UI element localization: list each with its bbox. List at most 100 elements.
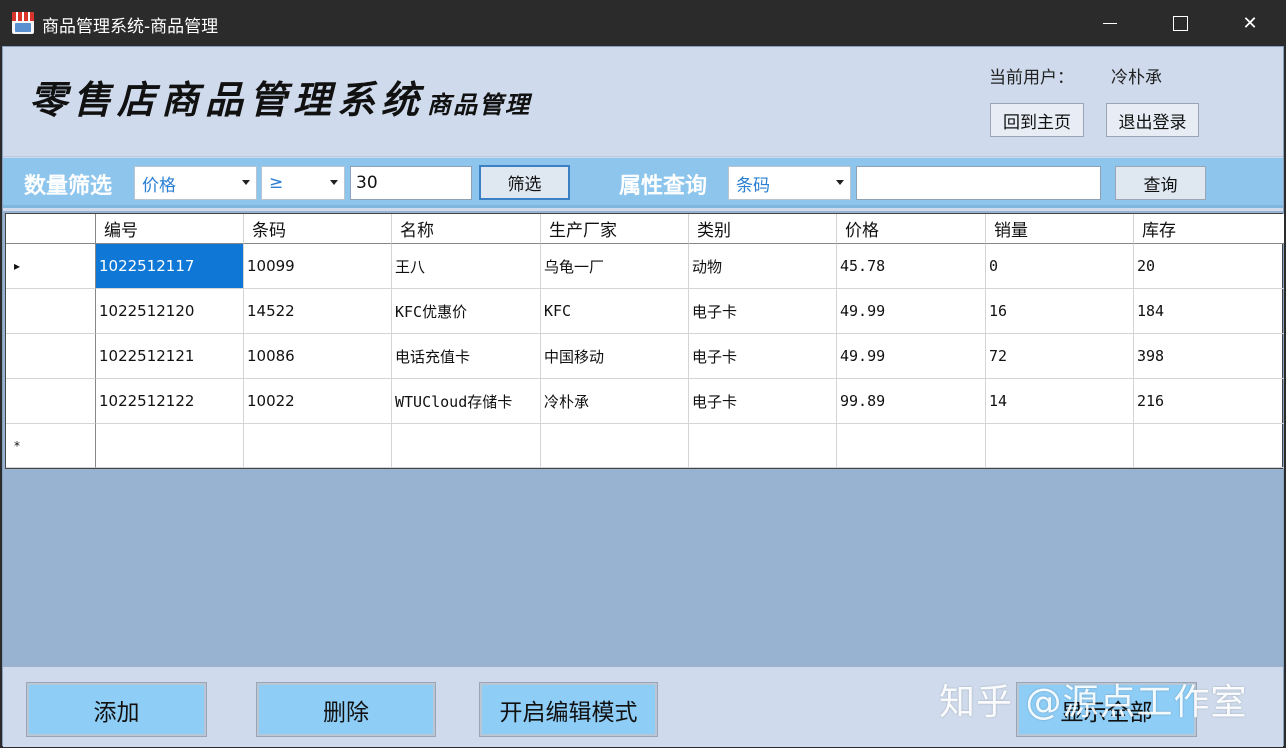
- table-cell[interactable]: 10022: [244, 379, 392, 424]
- table-cell[interactable]: 10099: [244, 244, 392, 289]
- table-cell[interactable]: [244, 424, 392, 468]
- table-cell[interactable]: 14522: [244, 289, 392, 334]
- table-cell[interactable]: 电子卡: [689, 289, 837, 334]
- table-cell[interactable]: 0: [986, 244, 1134, 289]
- footer-panel: 添加 删除 开启编辑模式 显示全部 知乎 @源点工作室: [3, 666, 1283, 747]
- filter-amount-input[interactable]: 30: [350, 166, 472, 200]
- main-window: 零售店商品管理系统商品管理 当前用户： 冷朴承 回到主页 退出登录 数量筛选 价…: [2, 46, 1284, 747]
- table-cell[interactable]: [96, 424, 244, 468]
- table-cell[interactable]: 1022512117: [96, 244, 244, 289]
- table-cell[interactable]: 冷朴承: [541, 379, 689, 424]
- table-cell[interactable]: 14: [986, 379, 1134, 424]
- filter-bar: 数量筛选 价格 ≥ 30 筛选 属性查询 条码 查询: [3, 158, 1283, 208]
- row-header[interactable]: [6, 334, 96, 379]
- delete-button[interactable]: 删除: [256, 682, 436, 737]
- column-header[interactable]: 类别: [689, 214, 837, 244]
- table-cell[interactable]: 电子卡: [689, 334, 837, 379]
- close-icon: ✕: [1242, 12, 1258, 34]
- table-cell[interactable]: 99.89: [837, 379, 986, 424]
- query-input[interactable]: [856, 166, 1101, 200]
- column-header[interactable]: 名称: [392, 214, 541, 244]
- query-button[interactable]: 查询: [1115, 166, 1206, 200]
- table-cell[interactable]: 1022512122: [96, 379, 244, 424]
- table-row[interactable]: ▸ 1022512117 10099 王八 乌龟一厂 动物 45.78 0 20: [6, 244, 1284, 289]
- table-cell[interactable]: 16: [986, 289, 1134, 334]
- table-cell[interactable]: [1134, 424, 1284, 468]
- edit-mode-button[interactable]: 开启编辑模式: [479, 682, 658, 737]
- logo-main-text: 零售店商品管理系统: [29, 77, 426, 122]
- table-cell[interactable]: 王八: [392, 244, 541, 289]
- product-table[interactable]: 编号 条码 名称 生产厂家 类别 价格 销量 库存 ▸ 1022512117 1…: [5, 213, 1284, 469]
- attribute-value: 条码: [736, 175, 770, 196]
- table-cell[interactable]: 电子卡: [689, 379, 837, 424]
- logo-sub-text: 商品管理: [427, 90, 532, 119]
- logout-button[interactable]: 退出登录: [1106, 103, 1199, 137]
- table-cell[interactable]: [837, 424, 986, 468]
- table-cell[interactable]: 45.78: [837, 244, 986, 289]
- table-cell[interactable]: 1022512121: [96, 334, 244, 379]
- header-panel: 零售店商品管理系统商品管理 当前用户： 冷朴承 回到主页 退出登录: [3, 47, 1283, 157]
- row-header-corner: [6, 214, 96, 244]
- table-cell[interactable]: 184: [1134, 289, 1284, 334]
- close-button[interactable]: ✕: [1215, 0, 1285, 46]
- window-title: 商品管理系统-商品管理: [42, 17, 219, 37]
- table-cell[interactable]: 乌龟一厂: [541, 244, 689, 289]
- table-row[interactable]: 1022512122 10022 WTUCloud存储卡 冷朴承 电子卡 99.…: [6, 379, 1284, 424]
- current-row-indicator[interactable]: ▸: [6, 244, 96, 289]
- table-row[interactable]: 1022512120 14522 KFC优惠价 KFC 电子卡 49.99 16…: [6, 289, 1284, 334]
- table-cell[interactable]: 216: [1134, 379, 1284, 424]
- filter-button[interactable]: 筛选: [479, 165, 570, 200]
- add-button[interactable]: 添加: [26, 682, 207, 737]
- watermark: 知乎 @源点工作室: [939, 682, 1248, 723]
- attribute-query-title: 属性查询: [619, 174, 708, 199]
- minimize-button[interactable]: [1075, 0, 1145, 46]
- column-header[interactable]: 生产厂家: [541, 214, 689, 244]
- column-header[interactable]: 库存: [1134, 214, 1284, 244]
- chevron-down-icon: [242, 180, 250, 185]
- column-header[interactable]: 编号: [96, 214, 244, 244]
- table-cell[interactable]: 20: [1134, 244, 1284, 289]
- current-user-label: 当前用户：: [989, 68, 1074, 88]
- table-cell[interactable]: 10086: [244, 334, 392, 379]
- table-cell[interactable]: 49.99: [837, 289, 986, 334]
- app-logo: 零售店商品管理系统商品管理: [29, 69, 531, 124]
- new-row[interactable]: *: [6, 424, 1284, 468]
- store-icon: [12, 12, 34, 34]
- table-cell[interactable]: WTUCloud存储卡: [392, 379, 541, 424]
- table-header-row: 编号 条码 名称 生产厂家 类别 价格 销量 库存: [6, 214, 1284, 244]
- quantity-filter-title: 数量筛选: [24, 174, 113, 199]
- new-row-indicator[interactable]: *: [6, 424, 96, 468]
- grid-area: 编号 条码 名称 生产厂家 类别 价格 销量 库存 ▸ 1022512117 1…: [3, 211, 1284, 666]
- table-cell[interactable]: [986, 424, 1134, 468]
- table-cell[interactable]: 1022512120: [96, 289, 244, 334]
- table-cell[interactable]: 电话充值卡: [392, 334, 541, 379]
- table-cell[interactable]: KFC: [541, 289, 689, 334]
- title-bar: 商品管理系统-商品管理 ✕: [0, 0, 1286, 46]
- table-cell[interactable]: [541, 424, 689, 468]
- table-cell[interactable]: [689, 424, 837, 468]
- table-cell[interactable]: KFC优惠价: [392, 289, 541, 334]
- filter-operator-value: ≥: [269, 173, 284, 193]
- row-header[interactable]: [6, 379, 96, 424]
- row-header[interactable]: [6, 289, 96, 334]
- column-header[interactable]: 条码: [244, 214, 392, 244]
- filter-operator-select[interactable]: ≥: [261, 166, 345, 200]
- attribute-select[interactable]: 条码: [728, 166, 851, 200]
- table-cell[interactable]: 动物: [689, 244, 837, 289]
- column-header[interactable]: 销量: [986, 214, 1134, 244]
- column-header[interactable]: 价格: [837, 214, 986, 244]
- table-cell[interactable]: [392, 424, 541, 468]
- chevron-down-icon: [836, 180, 844, 185]
- maximize-icon: [1172, 15, 1188, 31]
- table-cell[interactable]: 49.99: [837, 334, 986, 379]
- maximize-button[interactable]: [1145, 0, 1215, 46]
- table-cell[interactable]: 398: [1134, 334, 1284, 379]
- table-cell[interactable]: 72: [986, 334, 1134, 379]
- current-user-name: 冷朴承: [1111, 68, 1162, 88]
- table-cell[interactable]: 中国移动: [541, 334, 689, 379]
- table-row[interactable]: 1022512121 10086 电话充值卡 中国移动 电子卡 49.99 72…: [6, 334, 1284, 379]
- filter-field-select[interactable]: 价格: [134, 166, 257, 200]
- filter-field-value: 价格: [142, 175, 176, 196]
- home-button[interactable]: 回到主页: [990, 103, 1084, 137]
- minimize-icon: [1103, 22, 1117, 24]
